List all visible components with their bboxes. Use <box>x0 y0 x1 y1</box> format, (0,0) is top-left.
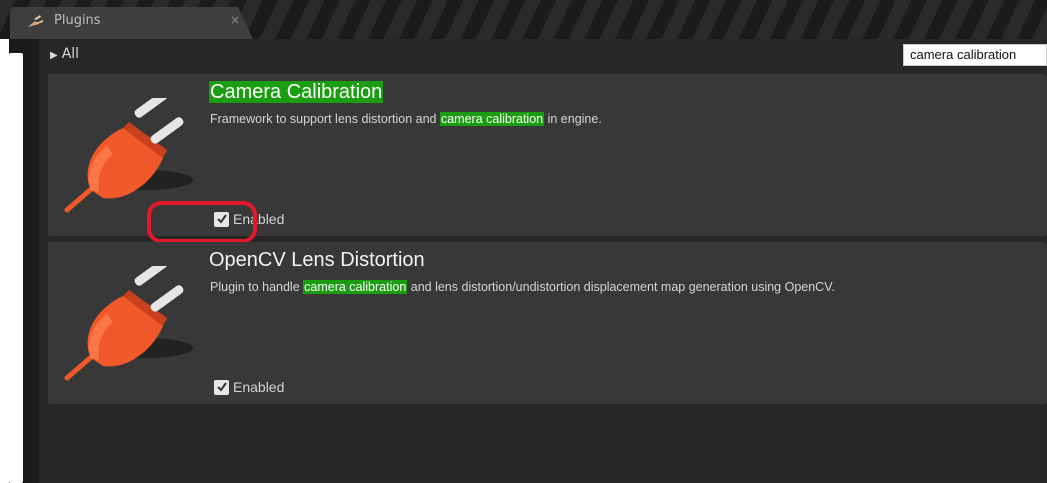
triangle-right-icon: ▶ <box>50 50 58 61</box>
search-match-highlight: camera calibration <box>303 280 408 294</box>
tab-plugins[interactable]: Plugins × <box>10 7 253 39</box>
plugin-card: OpenCV Lens Distortion Plugin to handle … <box>48 242 1047 404</box>
plugin-plug-icon <box>64 266 193 381</box>
desc-text: Framework to support lens distortion and <box>210 112 440 126</box>
enabled-label: Enabled <box>233 379 285 395</box>
plugin-title-text: Camera Calibration <box>209 81 384 103</box>
plugin-plug-icon <box>64 98 193 213</box>
plugin-title: OpenCV Lens Distortion <box>209 249 425 271</box>
plugins-window: ▶ All camera calibration Camera Calibrati… <box>0 39 1047 483</box>
title-bar: Plugins × <box>0 0 1047 40</box>
plug-icon <box>28 15 43 27</box>
scrollbar-thumb[interactable] <box>9 53 23 483</box>
plugin-description: Framework to support lens distortion and… <box>210 112 602 126</box>
enabled-checkbox[interactable]: Enabled <box>214 379 284 395</box>
plugin-description: Plugin to handle camera calibration and … <box>210 280 835 294</box>
annotation-highlight-ring <box>147 201 257 243</box>
plugin-title: Camera Calibration <box>209 81 384 104</box>
search-match-highlight: camera calibration <box>439 112 545 126</box>
category-all[interactable]: ▶ All <box>50 46 79 62</box>
window-edge <box>0 39 9 483</box>
desc-text: Plugin to handle <box>210 280 304 294</box>
tab-label: Plugins <box>54 13 101 28</box>
desc-text: and lens distortion/undistortion displac… <box>407 280 835 294</box>
search-input[interactable]: camera calibration <box>903 44 1047 66</box>
desc-text: in engine. <box>544 112 602 126</box>
category-label: All <box>61 46 80 62</box>
checkmark-icon <box>214 379 229 395</box>
close-icon[interactable]: × <box>230 13 240 27</box>
